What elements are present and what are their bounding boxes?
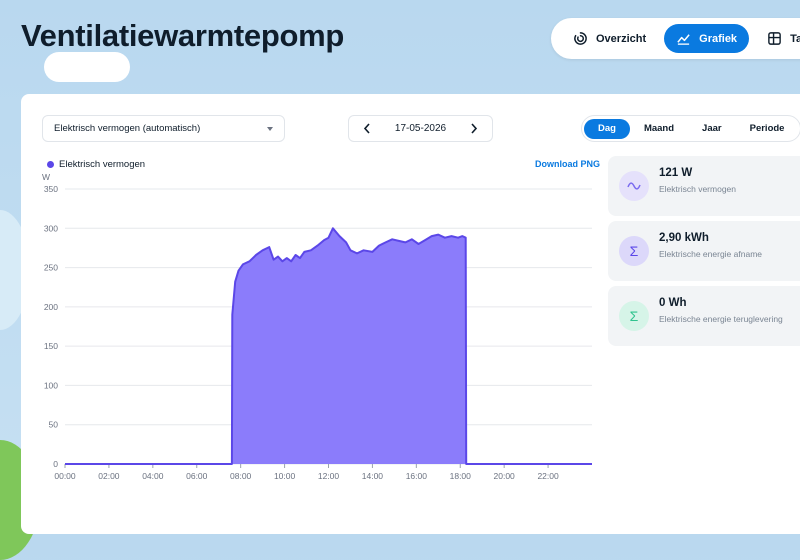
nav-tabel[interactable]: Tabel (755, 24, 800, 53)
tab-dag[interactable]: Dag (584, 118, 630, 139)
x-tick-label: 16:00 (406, 471, 428, 481)
x-tick-label: 04:00 (142, 471, 164, 481)
date-navigator: 17-05-2026 (348, 115, 493, 142)
power-chart: 0 50 100 150 200 250 300 350 00:00 02:00 04:00 06:0… (44, 184, 592, 481)
page-title: Ventilatiewarmtepomp (21, 18, 345, 53)
x-tick-label: 12:00 (318, 471, 340, 481)
stat-label: Elektrische energie afname (659, 249, 763, 259)
chevron-left-icon (363, 123, 370, 134)
y-tick-label: 350 (44, 184, 58, 194)
x-tick-label: 08:00 (230, 471, 252, 481)
stat-value: 121 W (659, 167, 693, 179)
y-tick-label: 300 (44, 223, 58, 233)
gauge-icon (574, 32, 587, 45)
period-tabs: Dag Maand Jaar Periode (581, 115, 800, 142)
nav-grafiek-label: Grafiek (699, 32, 738, 45)
prev-date-button[interactable] (361, 123, 373, 135)
legend-marker (47, 161, 54, 168)
tab-periode[interactable]: Periode (736, 119, 799, 139)
y-tick-label: 50 (49, 420, 59, 430)
tab-maand[interactable]: Maand (630, 119, 688, 139)
y-tick-label: 100 (44, 380, 58, 390)
tab-jaar[interactable]: Jaar (688, 119, 736, 139)
y-tick-label: 0 (53, 459, 58, 469)
stat-card-power: 121 W Elektrisch vermogen (608, 156, 800, 216)
stat-card-energy-import: Σ 2,90 kWh Elektrische energie afname (608, 221, 800, 281)
sigma-icon: Σ (619, 301, 649, 331)
download-png-link[interactable]: Download PNG (535, 159, 600, 169)
nav-tabel-label: Tabel (790, 32, 800, 45)
metric-select[interactable]: Elektrisch vermogen (automatisch) (42, 115, 285, 142)
stat-card-energy-export: Σ 0 Wh Elektrische energie teruglevering (608, 286, 800, 346)
x-tick-label: 18:00 (450, 471, 472, 481)
nav-grafiek[interactable]: Grafiek (664, 24, 750, 53)
y-tick-label: 200 (44, 302, 58, 312)
x-tick-label: 02:00 (98, 471, 120, 481)
y-tick-label: 150 (44, 341, 58, 351)
cloud-decoration (44, 52, 130, 82)
stat-label: Elektrisch vermogen (659, 184, 737, 194)
chevron-right-icon (471, 123, 478, 134)
metric-select-value: Elektrisch vermogen (automatisch) (54, 123, 201, 134)
x-tick-label: 06:00 (186, 471, 208, 481)
nav-overzicht-label: Overzicht (596, 32, 647, 45)
x-tick-label: 10:00 (274, 471, 296, 481)
x-tick-label: 00:00 (54, 471, 76, 481)
y-tick-label: 250 (44, 263, 58, 273)
chevron-down-icon (267, 127, 273, 131)
table-icon (768, 32, 781, 45)
view-switcher: Overzicht Grafiek Tabel (551, 18, 800, 59)
chart-legend[interactable]: Elektrisch vermogen (47, 159, 145, 170)
x-tick-label: 20:00 (494, 471, 516, 481)
date-display[interactable]: 17-05-2026 (395, 123, 446, 134)
stat-value: 0 Wh (659, 297, 687, 309)
nav-overzicht[interactable]: Overzicht (561, 24, 658, 53)
stat-value: 2,90 kWh (659, 232, 709, 244)
x-tick-label: 14:00 (362, 471, 384, 481)
stat-label: Elektrische energie teruglevering (659, 314, 783, 324)
chart-icon (677, 34, 690, 45)
sigma-icon: Σ (619, 236, 649, 266)
next-date-button[interactable] (468, 123, 480, 135)
x-tick-label: 22:00 (537, 471, 559, 481)
wave-icon (619, 171, 649, 201)
legend-label: Elektrisch vermogen (59, 159, 146, 170)
